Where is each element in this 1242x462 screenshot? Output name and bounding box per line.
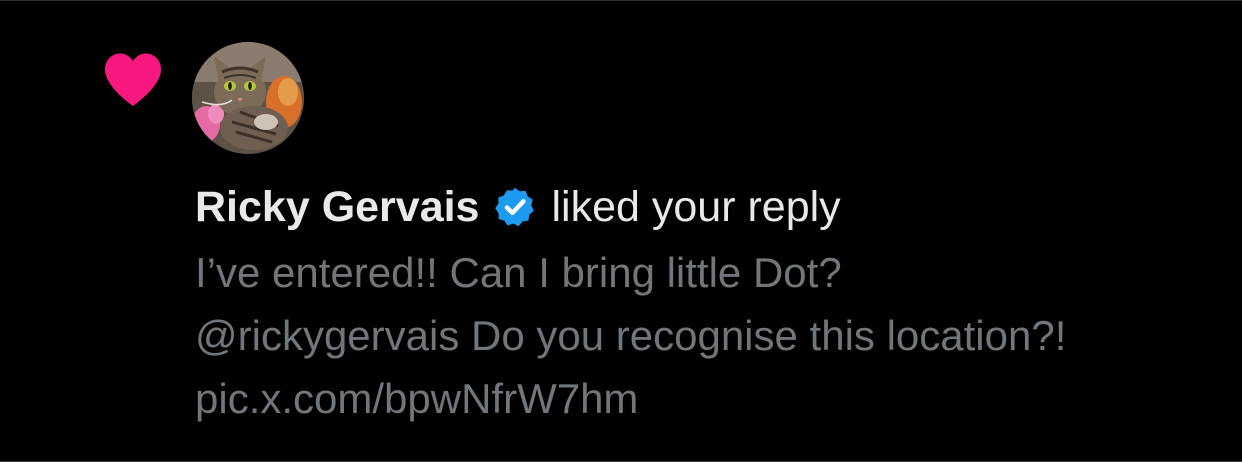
notification-headline: Ricky Gervais liked your reply bbox=[195, 177, 841, 237]
action-text: liked your reply bbox=[551, 183, 841, 231]
author-name[interactable]: Ricky Gervais bbox=[195, 177, 479, 237]
reply-line: I’ve entered!! Can I bring little Dot? bbox=[195, 249, 842, 296]
verified-badge-icon bbox=[495, 187, 535, 227]
heart-icon bbox=[105, 53, 161, 106]
reply-line: @rickygervais Do you recognise this loca… bbox=[195, 312, 1067, 359]
reply-text[interactable]: I’ve entered!! Can I bring little Dot? @… bbox=[195, 241, 1225, 430]
like-notification[interactable]: Ricky Gervais liked your reply I’ve ente… bbox=[0, 0, 1242, 462]
cat-photo bbox=[192, 42, 304, 154]
avatar[interactable] bbox=[192, 42, 304, 154]
reply-link[interactable]: pic.x.com/bpwNfrW7hm bbox=[195, 367, 1225, 430]
